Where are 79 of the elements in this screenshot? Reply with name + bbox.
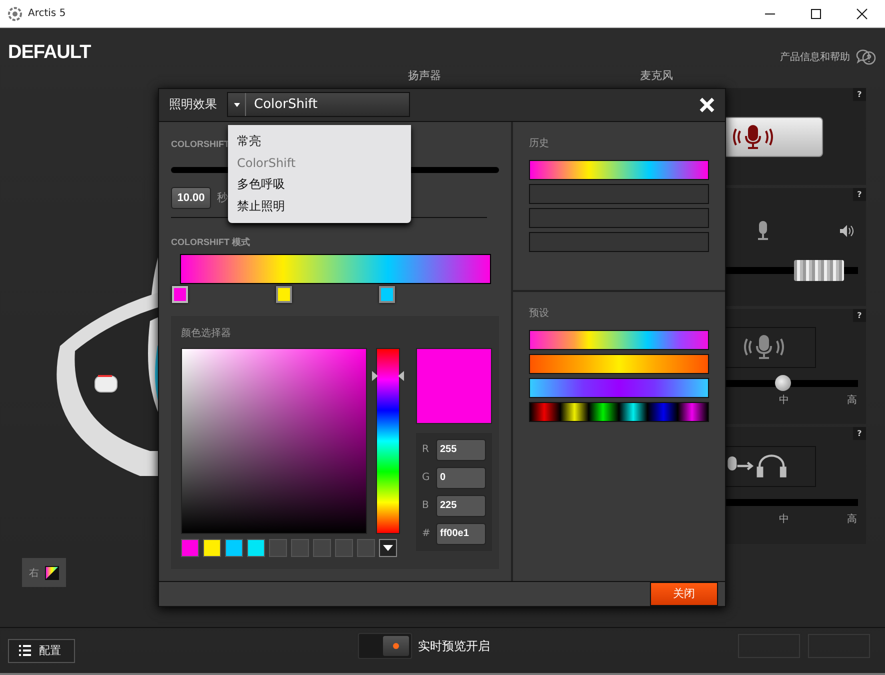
unit-label: 秒	[217, 190, 228, 206]
channel-label: #	[422, 528, 430, 540]
hue-bar[interactable]	[376, 348, 400, 534]
gradient-bar[interactable]	[180, 254, 491, 284]
maximize-icon	[810, 8, 822, 20]
empty-swatch[interactable]	[357, 538, 375, 557]
help-link[interactable]: 产品信息和帮助	[780, 48, 877, 66]
channel-field[interactable]: 255	[436, 438, 486, 461]
pointer-icon	[372, 370, 378, 381]
window-title: Arctis 5	[28, 8, 67, 19]
slider-knob[interactable]	[774, 374, 791, 390]
preset-gradient[interactable]	[529, 330, 709, 350]
profile-name: DEFAULT	[8, 42, 91, 64]
menu-item[interactable]: ColorShift	[237, 152, 411, 174]
help-badge[interactable]: ?	[853, 188, 866, 201]
column-heading: 麦克风	[640, 68, 673, 84]
history-gradient[interactable]	[529, 160, 709, 180]
section-label: COLORSHIFT	[171, 138, 230, 149]
channel-label: R	[422, 444, 430, 456]
color-stop[interactable]	[276, 286, 292, 303]
zone-label: 右	[29, 566, 39, 580]
section-label: 预设	[529, 306, 550, 320]
help-chat-icon	[855, 48, 877, 66]
preset-gradient[interactable]	[529, 402, 709, 422]
help-badge[interactable]: ?	[853, 427, 866, 440]
help-badge[interactable]: ?	[853, 309, 866, 322]
menu-item[interactable]: 常亮	[237, 131, 411, 152]
color-swatch[interactable]	[247, 538, 265, 557]
color-spectrum-icon	[45, 566, 59, 580]
microphone-icon	[756, 220, 770, 240]
help-badge[interactable]: ?	[853, 88, 866, 101]
empty-swatch[interactable]	[291, 538, 309, 557]
microphone-waves-icon	[741, 334, 787, 360]
empty-swatch[interactable]	[269, 538, 287, 557]
close-dialog-button[interactable]: 关闭	[650, 582, 718, 606]
speaker-icon	[840, 224, 854, 236]
slider-tick-label: 中	[778, 394, 790, 406]
menu-item[interactable]: 禁止照明	[237, 196, 411, 217]
microphone-to-headphones-icon	[727, 454, 787, 478]
close-icon	[856, 8, 868, 20]
channel-field[interactable]: 225	[436, 494, 486, 517]
channel-label: B	[422, 500, 430, 512]
menu-item[interactable]: 多色呼吸	[237, 174, 411, 196]
channel-field[interactable]: ff00e1	[436, 522, 486, 545]
color-swatch[interactable]	[181, 538, 199, 557]
dialog-title: 照明效果	[169, 96, 217, 114]
channel-field[interactable]: 0	[436, 466, 486, 489]
microphone-waves-icon	[730, 124, 776, 150]
color-swatch[interactable]	[203, 538, 221, 557]
empty-swatch[interactable]	[313, 538, 331, 557]
column-heading: 扬声器	[408, 68, 441, 84]
color-swatch[interactable]	[225, 538, 243, 557]
channel-label: G	[422, 472, 430, 484]
section-label: 历史	[529, 136, 550, 150]
config-button[interactable]: 配置	[8, 638, 75, 662]
preview-label: 实时预览开启	[418, 638, 490, 654]
caret-icon	[383, 544, 393, 551]
slider-tick-label: 高	[846, 512, 858, 526]
preset-gradient[interactable]	[529, 378, 709, 398]
section-label: COLORSHIFT 模式	[171, 236, 250, 247]
preset-gradient[interactable]	[529, 354, 709, 374]
slider-thumb[interactable]	[794, 260, 844, 280]
swatch-dropdown-button[interactable]	[379, 538, 397, 557]
effect-dropdown[interactable]: ColorShift	[227, 92, 410, 118]
close-icon[interactable]	[699, 96, 715, 113]
logo-icon	[8, 6, 22, 20]
slider-tick-label: 高	[846, 394, 858, 406]
saturation-value-area[interactable]	[181, 348, 367, 534]
slider-tick-label: 中	[778, 512, 790, 526]
empty-swatch[interactable]	[335, 538, 353, 557]
preview-toggle[interactable]	[358, 633, 412, 659]
color-stop[interactable]	[172, 286, 188, 303]
list-icon	[19, 645, 31, 656]
color-stop[interactable]	[379, 286, 396, 303]
picker-label: 颜色选择器	[181, 326, 232, 340]
caret-icon	[234, 102, 240, 107]
hue-marker[interactable]	[372, 370, 404, 381]
speed-field[interactable]: 10.00	[171, 186, 211, 209]
pointer-icon	[398, 370, 404, 381]
